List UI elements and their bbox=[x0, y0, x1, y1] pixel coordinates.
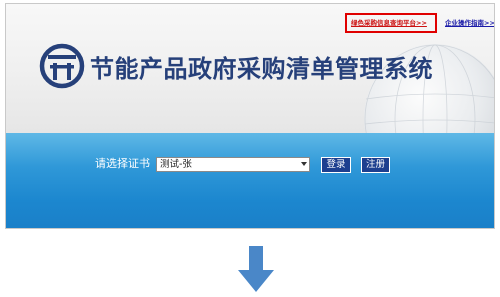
login-button[interactable]: 登录 bbox=[321, 157, 351, 173]
chevron-down-icon[interactable] bbox=[301, 162, 307, 166]
header-banner: 节能产品政府采购清单管理系统 绿色采购信息查询平台>> 企业操作指南>> bbox=[6, 4, 494, 194]
login-band bbox=[6, 133, 494, 228]
register-button[interactable]: 注册 bbox=[361, 157, 390, 173]
down-arrow-icon bbox=[238, 246, 274, 292]
login-page-frame: 节能产品政府采购清单管理系统 绿色采购信息查询平台>> 企业操作指南>> bbox=[5, 3, 495, 229]
green-procurement-link[interactable]: 绿色采购信息查询平台>> bbox=[351, 20, 427, 27]
certificate-select[interactable]: 测试-张 bbox=[156, 157, 310, 172]
page-title: 节能产品政府采购清单管理系统 bbox=[90, 55, 433, 83]
enterprise-guide-link[interactable]: 企业操作指南>> bbox=[445, 20, 494, 27]
certificate-select-value: 测试-张 bbox=[160, 159, 192, 170]
ntc-logo-icon bbox=[39, 43, 85, 89]
certificate-select-label: 请选择证书 bbox=[95, 157, 150, 170]
